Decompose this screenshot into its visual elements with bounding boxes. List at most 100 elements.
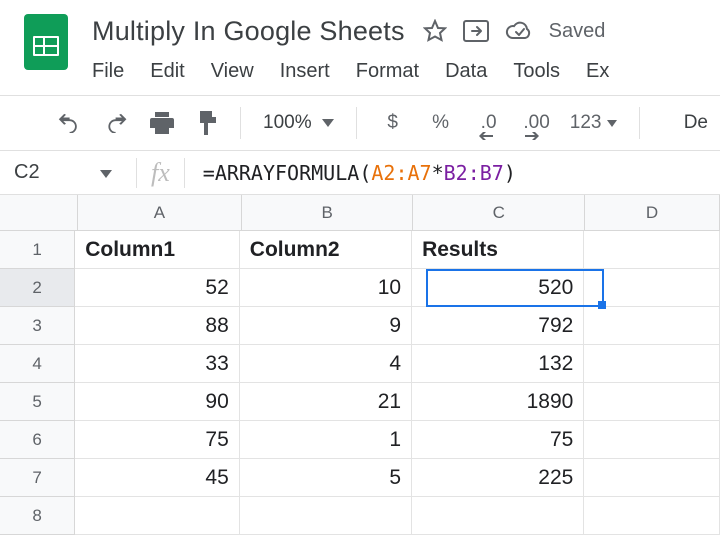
cell-a4[interactable]: 33 [75,345,240,383]
cell-b7[interactable]: 5 [240,459,412,497]
cell-b5[interactable]: 21 [240,383,412,421]
menu-view[interactable]: View [211,60,254,83]
cell-c4[interactable]: 132 [412,345,584,383]
col-header-a[interactable]: A [78,195,242,231]
table-row: 4 33 4 132 [0,345,720,383]
cell-d2[interactable] [584,269,720,307]
undo-button[interactable] [50,103,90,143]
cell-c1[interactable]: Results [412,231,584,269]
name-box-value: C2 [14,161,40,184]
formula-range-a: A2:A7 [371,161,431,185]
decrease-decimal-label: .0 [481,112,497,133]
cell-c3[interactable]: 792 [412,307,584,345]
app-logo-wrap [0,8,92,70]
header: Multiply In Google Sheets Saved File Edi… [0,0,720,95]
cell-d1[interactable] [584,231,720,269]
table-row: 2 52 10 520 [0,269,720,307]
name-box[interactable]: C2 [0,161,122,184]
cell-d5[interactable] [584,383,720,421]
menu-format[interactable]: Format [356,60,419,83]
table-row: 6 75 1 75 [0,421,720,459]
cell-b4[interactable]: 4 [240,345,412,383]
format-currency-button[interactable]: $ [375,112,411,134]
cell-d6[interactable] [584,421,720,459]
cell-a7[interactable]: 45 [75,459,240,497]
row-header-5[interactable]: 5 [0,383,75,421]
font-dropdown[interactable]: De [684,112,720,134]
cell-c6[interactable]: 75 [412,421,584,459]
cell-d7[interactable] [584,459,720,497]
increase-decimal-button[interactable]: .00 [519,112,555,134]
spreadsheet-grid[interactable]: A B C D 1 Column1 Column2 Results 2 52 1… [0,195,720,231]
row-header-2[interactable]: 2 [0,269,75,307]
menu-insert[interactable]: Insert [280,60,330,83]
cell-c2[interactable]: 520 [412,269,584,307]
column-headers: A B C D [78,195,720,231]
menu-file[interactable]: File [92,60,124,83]
menu-data[interactable]: Data [445,60,487,83]
formula-bar-separator [184,158,185,188]
row-header-1[interactable]: 1 [0,231,75,269]
fx-icon: fx [151,158,170,188]
document-title[interactable]: Multiply In Google Sheets [92,16,405,47]
cell-b8[interactable] [240,497,412,535]
zoom-value: 100% [263,112,312,134]
more-formats-dropdown[interactable]: 123 [567,112,621,134]
cell-d8[interactable] [584,497,720,535]
redo-button[interactable] [96,103,136,143]
more-formats-label: 123 [570,112,602,134]
row-header-8[interactable]: 8 [0,497,75,535]
cell-a1[interactable]: Column1 [75,231,240,269]
cell-d3[interactable] [584,307,720,345]
menu-tools[interactable]: Tools [513,60,560,83]
row-header-3[interactable]: 3 [0,307,75,345]
formula-func: ARRAYFORMULA [215,161,360,185]
cell-b6[interactable]: 1 [240,421,412,459]
menu-extensions[interactable]: Ex [586,60,609,83]
formula-rparen: ) [504,161,516,185]
formula-bar-separator [136,158,137,188]
table-row: 8 [0,497,720,535]
print-button[interactable] [142,103,182,143]
cell-b1[interactable]: Column2 [240,231,412,269]
saved-status: Saved [549,20,606,43]
table-row: 1 Column1 Column2 Results [0,231,720,269]
formula-lparen: ( [359,161,371,185]
menu-edit[interactable]: Edit [150,60,184,83]
formula-input[interactable]: =ARRAYFORMULA(A2:A7*B2:B7) [199,161,516,185]
cell-a5[interactable]: 90 [75,383,240,421]
star-icon[interactable] [423,19,447,43]
cell-d4[interactable] [584,345,720,383]
cell-a2[interactable]: 52 [75,269,240,307]
cell-b2[interactable]: 10 [240,269,412,307]
sheets-logo-icon[interactable] [24,14,68,70]
toolbar-separator [240,107,241,139]
col-header-d[interactable]: D [585,195,720,231]
zoom-dropdown[interactable]: 100% [253,112,344,134]
toolbar-separator [639,107,640,139]
cell-c5[interactable]: 1890 [412,383,584,421]
cell-a3[interactable]: 88 [75,307,240,345]
format-percent-button[interactable]: % [423,112,459,134]
increase-decimal-label: .00 [523,112,549,133]
cell-a8[interactable] [75,497,240,535]
cell-c8[interactable] [412,497,584,535]
row-header-7[interactable]: 7 [0,459,75,497]
row-header-6[interactable]: 6 [0,421,75,459]
table-row: 3 88 9 792 [0,307,720,345]
row-header-4[interactable]: 4 [0,345,75,383]
decrease-decimal-button[interactable]: .0 [471,112,507,134]
formula-bar-row: C2 fx =ARRAYFORMULA(A2:A7*B2:B7) [0,151,720,195]
move-icon[interactable] [463,20,489,42]
cell-a6[interactable]: 75 [75,421,240,459]
menu-bar: File Edit View Insert Format Data Tools … [92,50,720,95]
paint-format-button[interactable] [188,103,228,143]
toolbar-separator [356,107,357,139]
cell-c7[interactable]: 225 [412,459,584,497]
cell-b3[interactable]: 9 [240,307,412,345]
col-header-b[interactable]: B [242,195,414,231]
select-all-corner[interactable] [0,195,78,231]
cloud-saved-icon[interactable] [505,21,533,41]
formula-range-b: B2:B7 [444,161,504,185]
col-header-c[interactable]: C [413,195,585,231]
